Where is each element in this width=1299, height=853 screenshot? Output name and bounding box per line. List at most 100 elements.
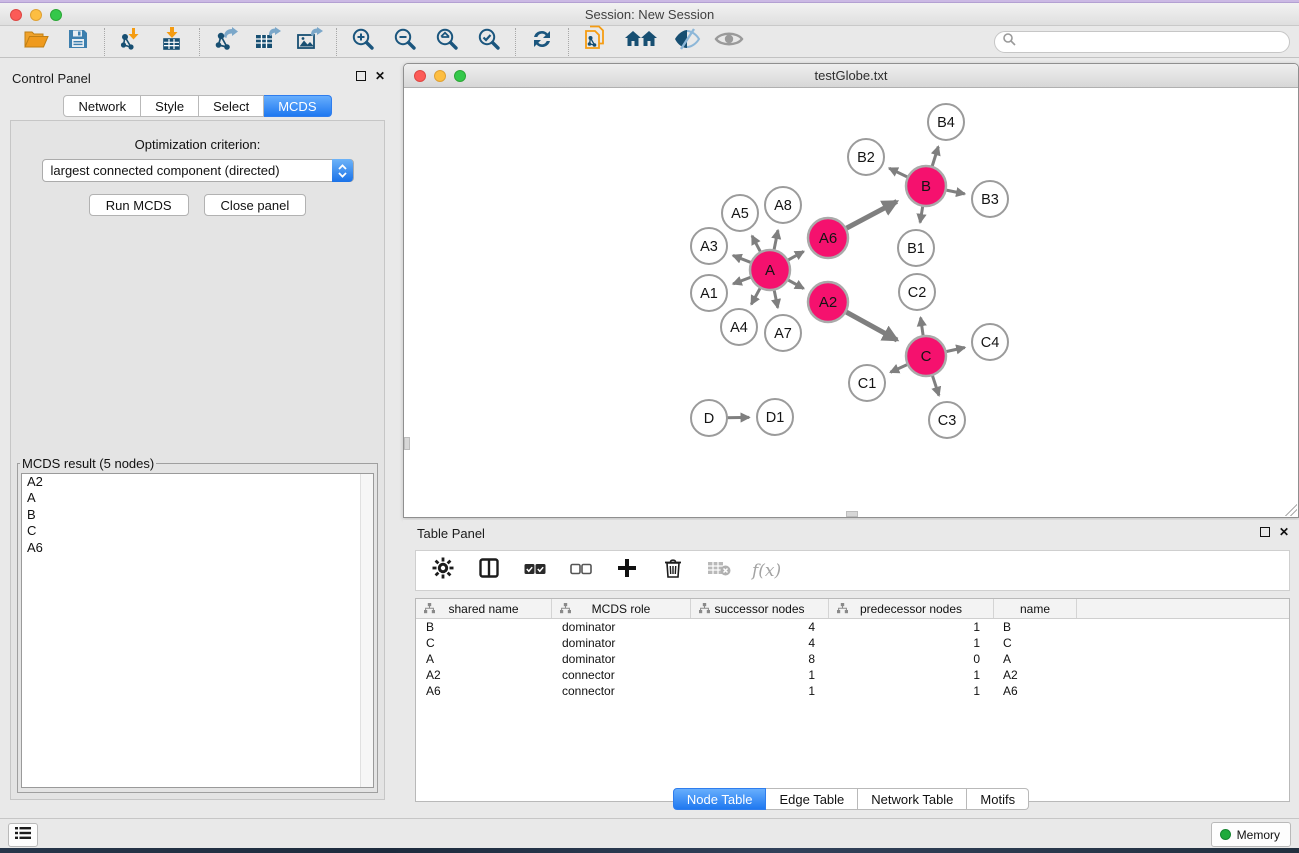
clone-network-button[interactable]	[581, 29, 609, 55]
select-all-columns-button[interactable]	[522, 558, 548, 584]
graph-node-label-B4: B4	[937, 115, 955, 131]
table-cell[interactable]: 1	[829, 667, 994, 683]
mcds-result-item[interactable]: C	[22, 523, 373, 539]
float-panel-icon[interactable]	[356, 71, 366, 81]
export-network-button[interactable]	[212, 29, 240, 55]
table-cell[interactable]: 0	[829, 651, 994, 667]
table-cell[interactable]: dominator	[552, 635, 691, 651]
delete-table-button[interactable]	[706, 558, 732, 584]
mcds-scrollbar[interactable]	[360, 474, 373, 787]
column-header-MCDS-role[interactable]: MCDS role	[552, 599, 691, 618]
tab-mcds[interactable]: MCDS	[264, 95, 331, 117]
column-header-successor-nodes[interactable]: successor nodes	[691, 599, 829, 618]
table-cell[interactable]: 4	[691, 619, 829, 635]
table-cell[interactable]: A	[416, 651, 552, 667]
tab-node-table[interactable]: Node Table	[673, 788, 767, 810]
destroy-network-button[interactable]	[623, 29, 659, 55]
table-cell[interactable]: A2	[416, 667, 552, 683]
tab-motifs[interactable]: Motifs	[967, 788, 1029, 810]
table-panel: Table Panel ✕	[403, 520, 1299, 818]
table-row[interactable]: Bdominator41B	[416, 619, 1289, 635]
canvas-splitter-handle-left[interactable]	[404, 437, 410, 450]
run-mcds-button[interactable]: Run MCDS	[89, 194, 189, 216]
table-cell[interactable]: 8	[691, 651, 829, 667]
table-cell[interactable]: 1	[691, 667, 829, 683]
task-history-button[interactable]	[8, 823, 38, 847]
graph-node-label-B: B	[921, 178, 931, 195]
table-cell[interactable]: 1	[829, 683, 994, 699]
mcds-result-list[interactable]: A2ABCA6	[21, 473, 374, 788]
tab-select[interactable]: Select	[199, 95, 264, 117]
tab-network-table[interactable]: Network Table	[858, 788, 967, 810]
table-cell[interactable]: A	[994, 651, 1077, 667]
optimization-criterion-select[interactable]: largest connected component (directed)	[42, 159, 354, 182]
close-table-panel-icon[interactable]: ✕	[1279, 527, 1289, 537]
zoom-selected-button[interactable]	[475, 29, 503, 55]
clone-network-icon	[582, 25, 608, 58]
canvas-splitter-handle-bottom[interactable]	[846, 511, 858, 517]
search-input-wrap[interactable]	[994, 31, 1290, 53]
mcds-result-box: MCDS result (5 nodes) A2ABCA6	[17, 456, 378, 793]
save-session-button[interactable]	[64, 29, 92, 55]
table-cell[interactable]: 1	[829, 619, 994, 635]
show-hide-panel-button[interactable]	[715, 29, 743, 55]
table-cell[interactable]: C	[416, 635, 552, 651]
table-cell[interactable]: connector	[552, 683, 691, 699]
table-cell[interactable]: A6	[994, 683, 1077, 699]
export-table-button[interactable]	[254, 29, 282, 55]
table-row[interactable]: A6connector11A6	[416, 683, 1289, 699]
tab-style[interactable]: Style	[141, 95, 199, 117]
open-session-button[interactable]	[22, 29, 50, 55]
graph-node-label-B3: B3	[981, 192, 999, 208]
window-resize-grip[interactable]	[1285, 504, 1297, 516]
refresh-button[interactable]	[528, 29, 556, 55]
close-panel-button[interactable]: Close panel	[204, 194, 307, 216]
show-column-panel-button[interactable]	[476, 558, 502, 584]
table-settings-button[interactable]	[430, 558, 456, 584]
zoom-fit-button[interactable]	[433, 29, 461, 55]
search-input[interactable]	[1020, 35, 1280, 49]
toggle-graphics-details-button[interactable]	[673, 29, 701, 55]
import-table-icon	[161, 27, 185, 56]
close-panel-icon[interactable]: ✕	[375, 71, 385, 81]
table-row[interactable]: Cdominator41C	[416, 635, 1289, 651]
table-cell[interactable]: 1	[829, 635, 994, 651]
tab-network[interactable]: Network	[63, 95, 141, 117]
create-column-button[interactable]	[614, 558, 640, 584]
table-cell[interactable]: A6	[416, 683, 552, 699]
table-cell[interactable]: connector	[552, 667, 691, 683]
column-header-shared-name[interactable]: shared name	[416, 599, 552, 618]
network-canvas[interactable]: B4B2BB3A8A5A6A3B1AA1C2A2A4A7CC4C1C3DD1	[404, 88, 1298, 517]
mcds-result-item[interactable]: A6	[22, 540, 373, 556]
table-cell[interactable]: dominator	[552, 619, 691, 635]
memory-button[interactable]: Memory	[1211, 822, 1291, 847]
column-header-predecessor-nodes[interactable]: predecessor nodes	[829, 599, 994, 618]
table-cell[interactable]: dominator	[552, 651, 691, 667]
table-row[interactable]: Adominator80A	[416, 651, 1289, 667]
tab-edge-table[interactable]: Edge Table	[766, 788, 858, 810]
table-cell[interactable]: B	[416, 619, 552, 635]
deselect-all-columns-button[interactable]	[568, 558, 594, 584]
mcds-result-item[interactable]: A2	[22, 474, 373, 490]
function-builder-button[interactable]: f(x)	[752, 558, 781, 584]
table-cell[interactable]: A2	[994, 667, 1077, 683]
zoom-in-button[interactable]	[349, 29, 377, 55]
table-cell[interactable]: 1	[691, 683, 829, 699]
node-table[interactable]: shared nameMCDS rolesuccessor nodesprede…	[415, 598, 1290, 802]
export-image-button[interactable]	[296, 29, 324, 55]
import-network-icon	[119, 27, 143, 56]
delete-column-button[interactable]	[660, 558, 686, 584]
float-table-panel-icon[interactable]	[1260, 527, 1270, 537]
column-type-icon	[699, 603, 710, 617]
network-window-titlebar[interactable]: testGlobe.txt	[404, 64, 1298, 88]
column-header-name[interactable]: name	[994, 599, 1077, 618]
mcds-result-item[interactable]: A	[22, 490, 373, 506]
import-network-button[interactable]	[117, 29, 145, 55]
table-cell[interactable]: C	[994, 635, 1077, 651]
mcds-result-item[interactable]: B	[22, 507, 373, 523]
table-cell[interactable]: 4	[691, 635, 829, 651]
zoom-out-button[interactable]	[391, 29, 419, 55]
table-row[interactable]: A2connector11A2	[416, 667, 1289, 683]
table-cell[interactable]: B	[994, 619, 1077, 635]
import-table-button[interactable]	[159, 29, 187, 55]
